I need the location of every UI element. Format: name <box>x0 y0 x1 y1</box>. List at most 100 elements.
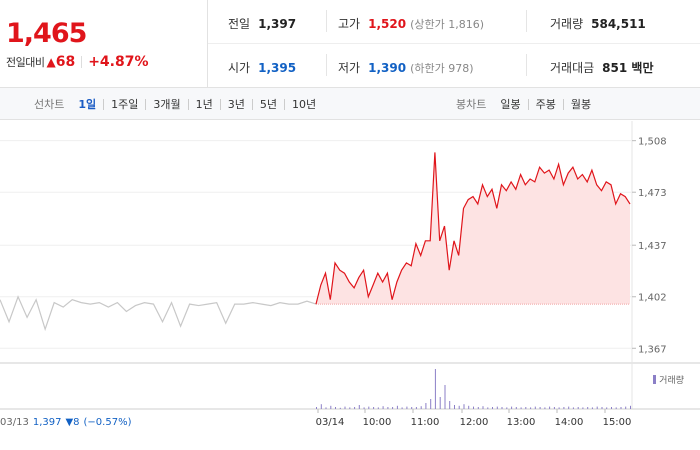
period-tab-0[interactable]: 1일 <box>76 96 98 112</box>
volume-bar <box>515 407 517 409</box>
divider <box>187 98 189 110</box>
divider <box>326 10 327 32</box>
period-tab-5[interactable]: 5년 <box>258 96 279 112</box>
volume-bar <box>335 407 336 409</box>
divider <box>219 98 221 110</box>
volume-bar <box>477 407 479 409</box>
volume-legend: 거래량 <box>653 373 684 386</box>
volume-bar <box>473 406 474 409</box>
volume-bar <box>596 406 598 409</box>
volume-bar <box>320 404 322 409</box>
volume-bar <box>496 406 498 409</box>
stat-label: 시가 <box>228 61 251 75</box>
volume-bar <box>377 407 379 409</box>
stat-amount: 거래대금 851 백만 <box>550 59 653 76</box>
volume-bar <box>401 407 403 409</box>
line-chart-periods: 선차트 1일 1주일 3개월 1년 3년 5년 10년 <box>34 88 318 120</box>
volume-bar <box>572 407 574 409</box>
stat-high: 고가 1,520 (상한가 1,816) <box>338 15 484 32</box>
volume-bar <box>392 407 394 409</box>
stats-row: 시가 1,395 저가 1,390 (하한가 978) 거래대금 851 백만 <box>208 44 700 88</box>
period-tab-4[interactable]: 3년 <box>226 96 247 112</box>
volume-bar <box>454 405 455 409</box>
x-tick-label: 12:00 <box>460 417 489 428</box>
divider <box>81 56 83 68</box>
volume-bar <box>482 406 484 409</box>
volume-bar <box>349 407 351 409</box>
volume-bar <box>530 407 532 409</box>
volume-bar <box>325 407 327 409</box>
candle-tab-2[interactable]: 월봉 <box>569 96 593 112</box>
volume-bar <box>316 407 317 409</box>
volume-bar <box>449 401 451 409</box>
volume-bar <box>558 407 560 409</box>
period-tab-6[interactable]: 10년 <box>290 96 318 112</box>
volume-bar <box>487 407 489 409</box>
y-tick-label: 1,473 <box>638 188 667 199</box>
candle-tab-1[interactable]: 주봉 <box>534 96 558 112</box>
volume-bar <box>344 406 346 409</box>
candle-chart-periods: 봉차트 일봉 주봉 월봉 <box>456 88 593 120</box>
stats-row: 전일 1,397 고가 1,520 (상한가 1,816) 거래량 584,51… <box>208 0 700 44</box>
volume-bar <box>611 407 612 409</box>
volume-bar <box>525 407 527 409</box>
stat-value: 851 백만 <box>602 61 654 75</box>
change-percent: +4.87% <box>88 54 149 70</box>
volume-bar <box>420 406 422 409</box>
x-tick-label: 03/14 <box>316 417 345 428</box>
divider <box>251 98 253 110</box>
price-chart[interactable]: 1,508 1,473 1,437 1,402 1,367 03/14 10:00 11:00… <box>0 121 700 450</box>
volume-legend-label: 거래량 <box>659 376 684 386</box>
stat-value: 1,520 <box>368 17 407 31</box>
prev-change: ▼8 <box>65 417 80 428</box>
volume-bar <box>339 407 341 409</box>
divider <box>562 98 564 110</box>
volume-bar <box>368 406 370 409</box>
volume-bar <box>568 406 570 409</box>
stock-summary: 1,465 전일대비 ▲ 68 +4.87% 전일 1,397 고가 1,520… <box>0 0 700 88</box>
stat-label: 거래대금 <box>550 61 595 75</box>
volume-bar <box>415 407 417 409</box>
volume-bar <box>587 407 589 409</box>
volume-bar <box>501 407 503 409</box>
period-tab-1[interactable]: 1주일 <box>109 96 140 112</box>
chart-toolbar: 선차트 1일 1주일 3개월 1년 3년 5년 10년 봉차트 일봉 주봉 월봉 <box>0 88 700 120</box>
prev-day-price-line <box>0 295 317 332</box>
x-tick-label: 13:00 <box>507 417 536 428</box>
volume-bar <box>430 399 432 409</box>
volume-bar <box>373 407 375 409</box>
volume-bar <box>411 407 413 409</box>
volume-bar <box>539 407 541 409</box>
volume-bar <box>434 369 436 409</box>
volume-bar <box>591 407 593 409</box>
volume-bar <box>330 405 332 409</box>
stat-prev-close: 전일 1,397 <box>228 15 296 32</box>
volume-bar <box>577 407 579 409</box>
volume-bar <box>630 405 631 409</box>
volume-bar <box>520 407 522 409</box>
candle-tab-0[interactable]: 일봉 <box>498 96 522 112</box>
volume-bar <box>563 407 565 409</box>
divider <box>526 10 527 32</box>
period-tab-3[interactable]: 1년 <box>194 96 215 112</box>
volume-bar <box>439 397 441 409</box>
x-tick-label: 15:00 <box>603 417 632 428</box>
stat-volume: 거래량 584,511 <box>550 15 646 32</box>
volume-bar <box>382 406 384 409</box>
divider <box>103 98 105 110</box>
x-tick-label: 14:00 <box>555 417 584 428</box>
stat-value: 584,511 <box>591 17 646 31</box>
volume-bar <box>363 407 365 409</box>
volume-bar <box>425 403 427 409</box>
volume-bar <box>463 404 465 409</box>
stat-label: 전일 <box>228 17 251 31</box>
y-tick-label: 1,402 <box>638 293 667 304</box>
period-tab-2[interactable]: 3개월 <box>151 96 182 112</box>
up-arrow-icon: ▲ <box>46 55 56 69</box>
stats-table: 전일 1,397 고가 1,520 (상한가 1,816) 거래량 584,51… <box>208 0 700 88</box>
y-tick-label: 1,437 <box>638 241 667 252</box>
stat-open: 시가 1,395 <box>228 59 296 76</box>
volume-bar <box>444 385 446 409</box>
volume-bar <box>387 407 389 409</box>
volume-swatch <box>653 375 657 384</box>
